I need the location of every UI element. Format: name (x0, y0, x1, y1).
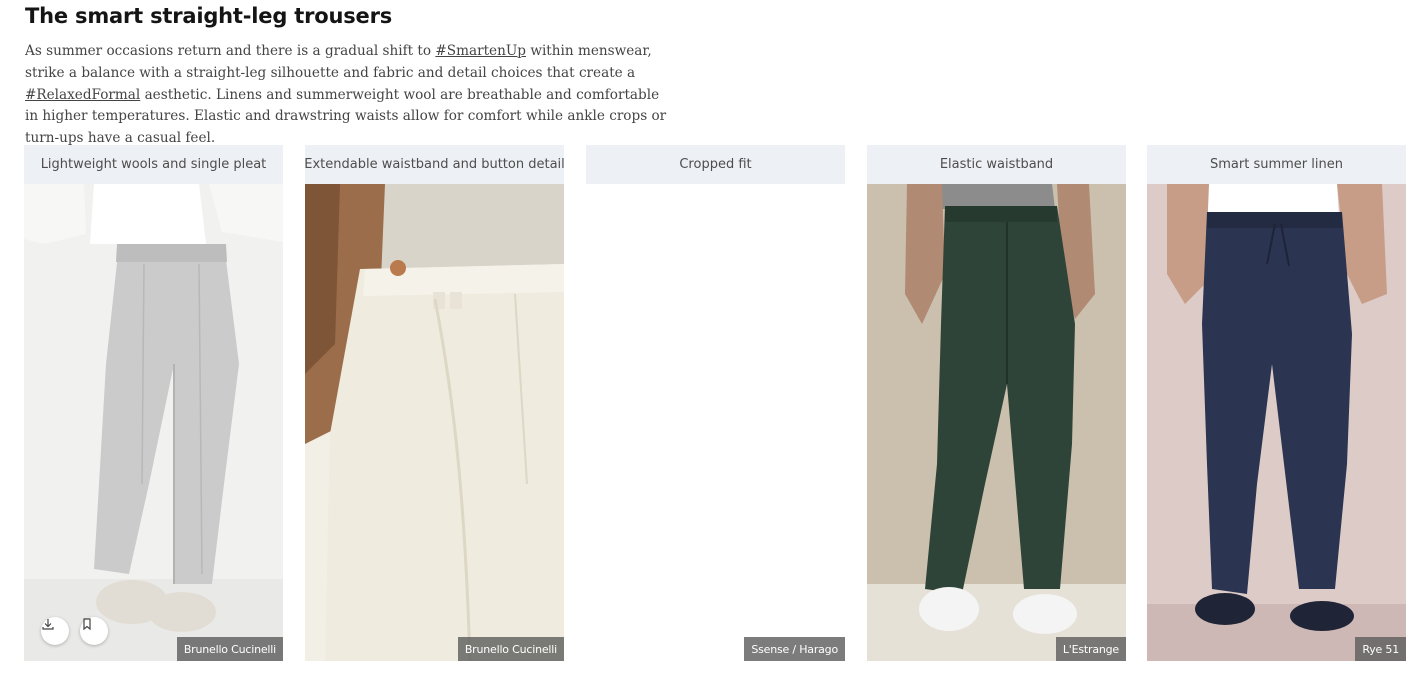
grey-trousers-photo (24, 184, 283, 661)
intro-text-1: As summer occasions return and there is … (25, 43, 436, 59)
cream-trousers-photo (305, 184, 564, 661)
relaxedformal-tag-link[interactable]: #RelaxedFormal (25, 87, 140, 103)
card-image[interactable]: Rye 51 (1147, 184, 1406, 661)
bookmark-button[interactable] (80, 617, 108, 645)
card-header: Cropped fit (586, 145, 845, 184)
trend-card[interactable]: Extendable waistband and button detail B… (304, 145, 565, 661)
bookmark-icon (83, 618, 91, 631)
intro-paragraph: As summer occasions return and there is … (25, 41, 675, 150)
trend-card[interactable]: Cropped fit Ssense / Harago (586, 145, 845, 661)
card-image[interactable]: L'Estrange (867, 184, 1126, 661)
page-title: The smart straight-leg trousers (25, 4, 393, 28)
card-header: Lightweight wools and single pleat (24, 145, 283, 184)
download-button[interactable] (41, 617, 69, 645)
smartenup-tag-link[interactable]: #SmartenUp (435, 43, 526, 59)
photo-credit: Brunello Cucinelli (176, 637, 283, 661)
trend-card[interactable]: Elastic waistband L'Estrange (867, 145, 1126, 661)
green-trousers-photo (867, 184, 1126, 661)
card-header: Smart summer linen (1147, 145, 1406, 184)
card-image[interactable]: Brunello Cucinelli (305, 184, 564, 661)
photo-credit: Brunello Cucinelli (457, 637, 564, 661)
trend-card[interactable]: Smart summer linen Rye 51 (1147, 145, 1406, 661)
card-header: Elastic waistband (867, 145, 1126, 184)
card-image[interactable]: Ssense / Harago (586, 184, 845, 661)
trend-card[interactable]: Lightweight wools and single pleat Brune… (24, 145, 283, 661)
photo-credit: Rye 51 (1355, 637, 1406, 661)
card-header: Extendable waistband and button detail (304, 145, 565, 184)
photo-credit: Ssense / Harago (744, 637, 845, 661)
card-image[interactable]: Brunello Cucinelli (24, 184, 283, 661)
photo-credit: L'Estrange (1055, 637, 1126, 661)
download-icon (42, 619, 54, 630)
navy-trousers-photo (1147, 184, 1406, 661)
